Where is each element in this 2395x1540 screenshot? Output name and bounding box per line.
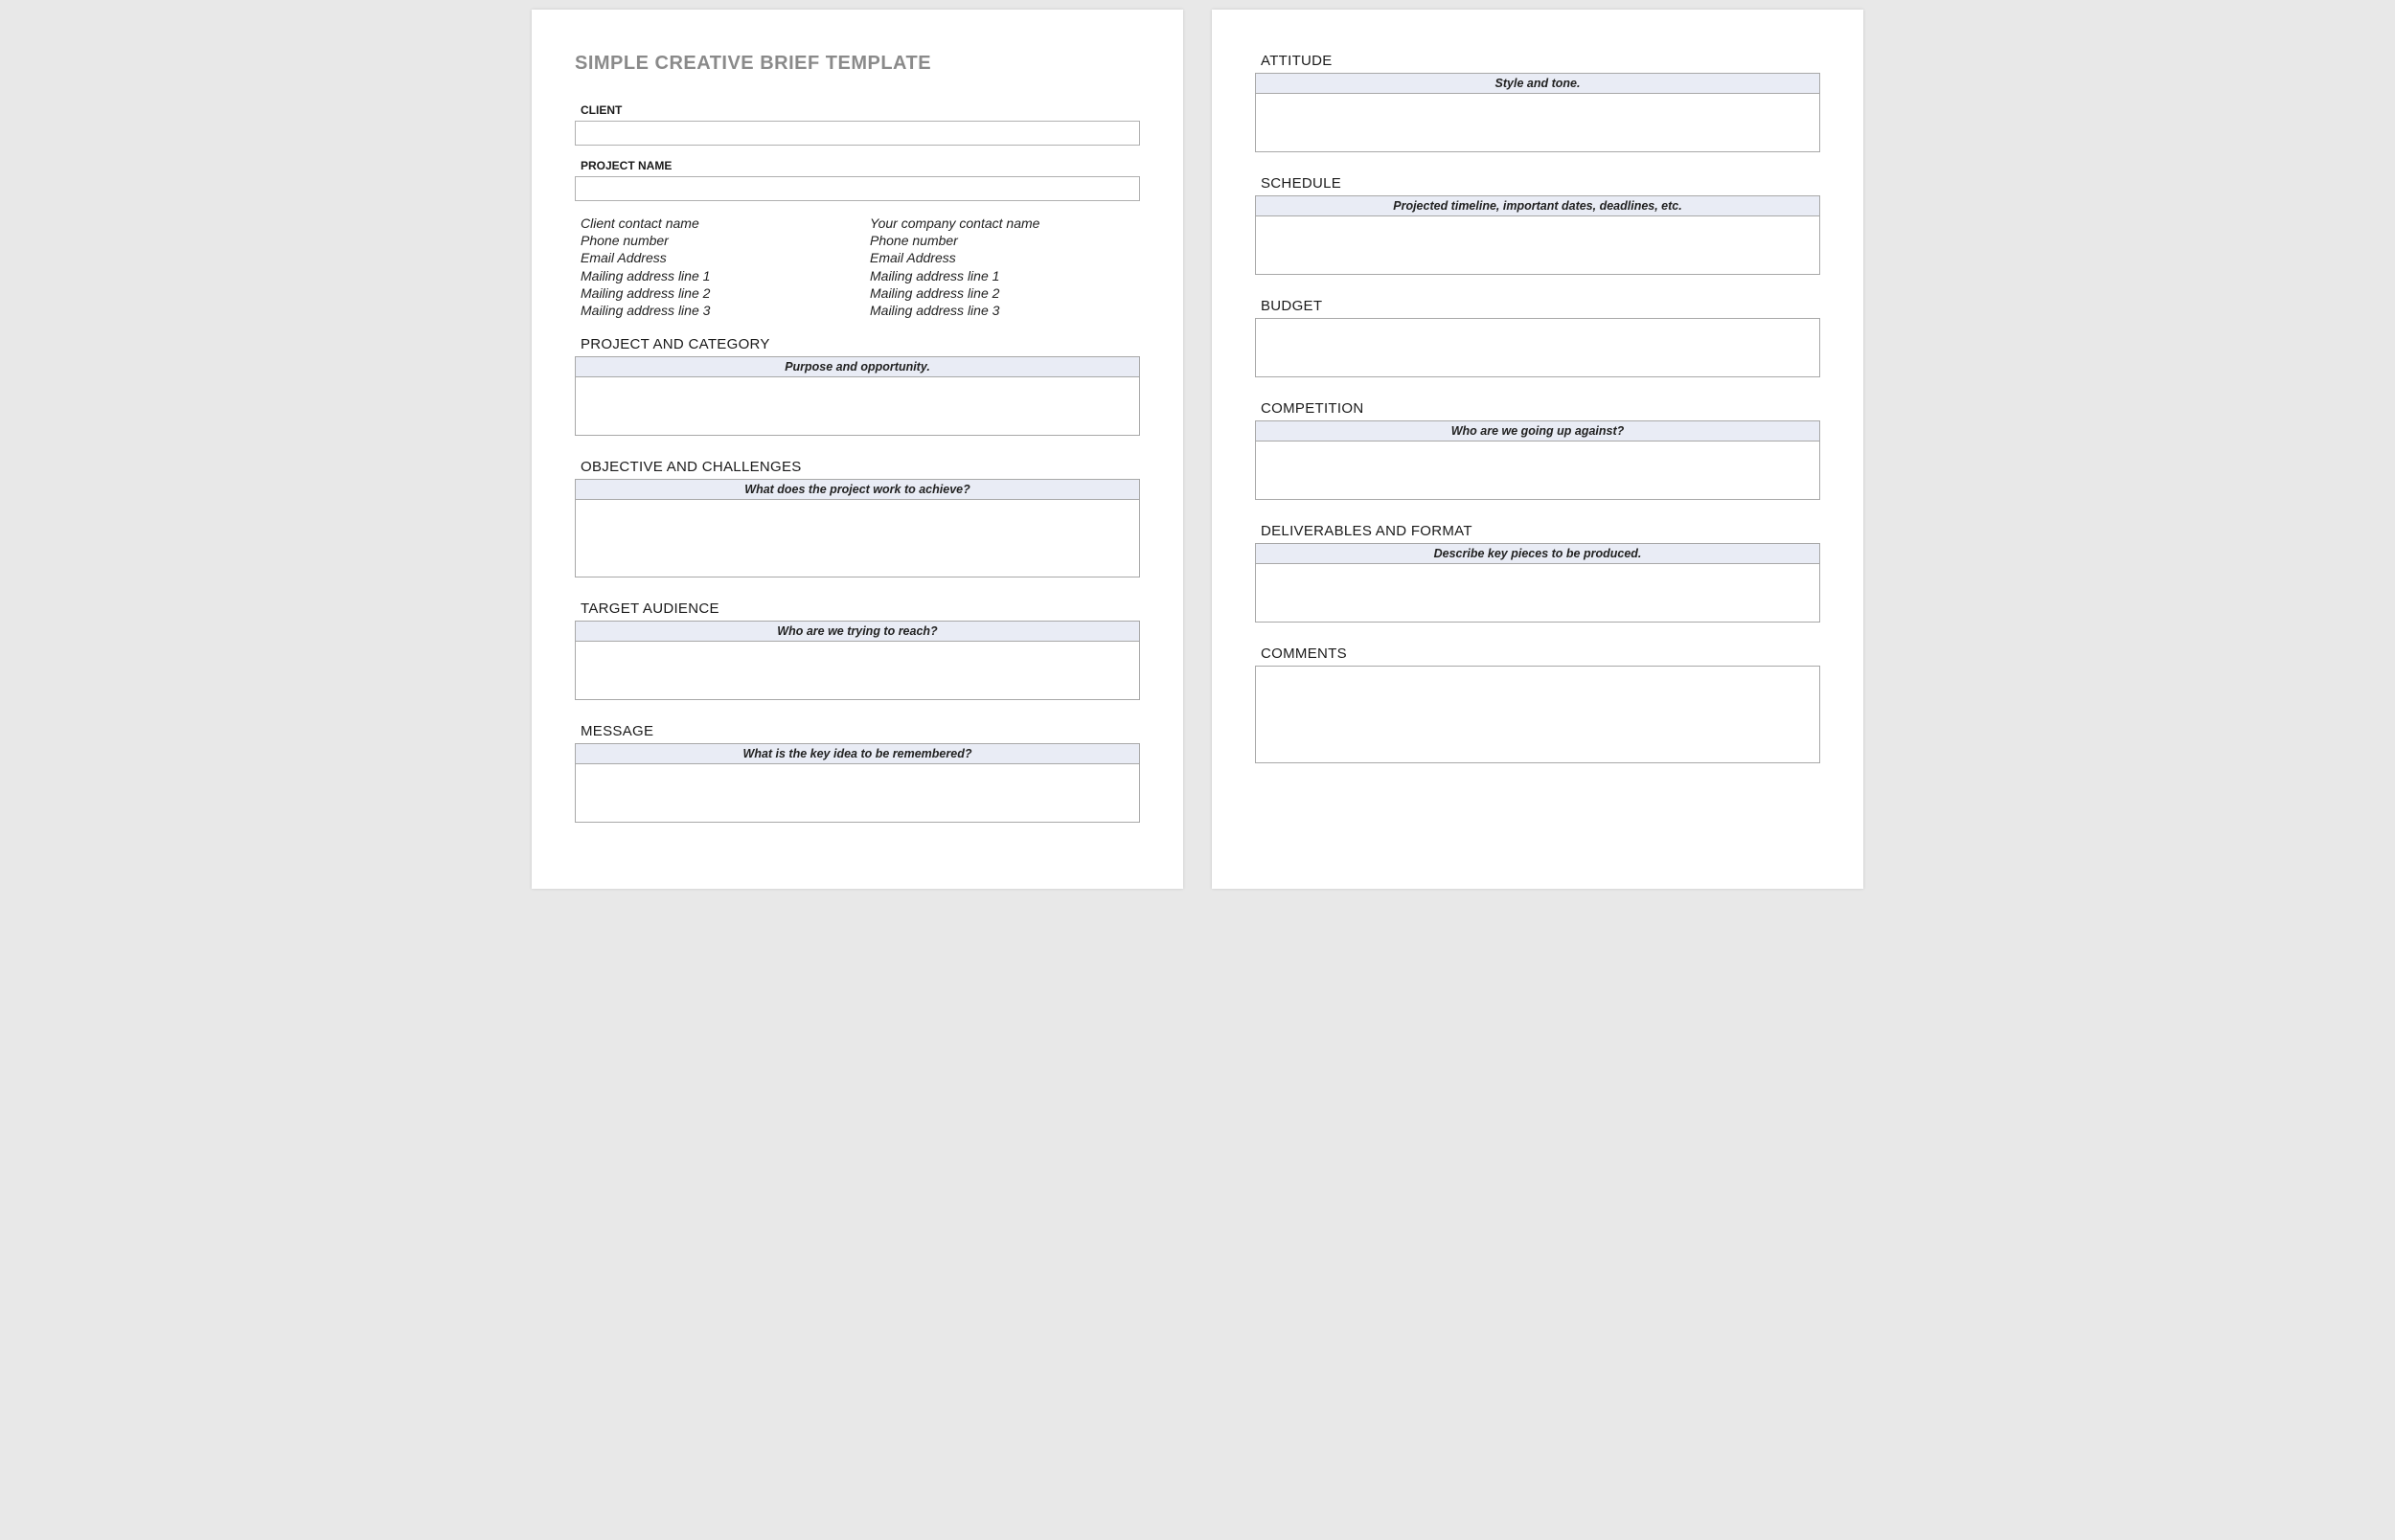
client-address-1: Mailing address line 1 — [581, 267, 851, 284]
client-contact-name: Client contact name — [581, 215, 851, 232]
attitude-box: Style and tone. — [1255, 73, 1820, 152]
competition-title: COMPETITION — [1261, 400, 1820, 417]
client-address-3: Mailing address line 3 — [581, 302, 851, 319]
attitude-title: ATTITUDE — [1261, 53, 1820, 69]
project-category-input[interactable] — [576, 377, 1139, 435]
budget-title: BUDGET — [1261, 298, 1820, 314]
deliverables-hint: Describe key pieces to be produced. — [1256, 544, 1819, 564]
schedule-hint: Projected timeline, important dates, dea… — [1256, 196, 1819, 216]
company-contact-column: Your company contact name Phone number E… — [870, 215, 1140, 319]
audience-input[interactable] — [576, 642, 1139, 699]
audience-title: TARGET AUDIENCE — [581, 600, 1140, 617]
project-category-title: PROJECT AND CATEGORY — [581, 336, 1140, 352]
objective-input[interactable] — [576, 500, 1139, 577]
client-phone: Phone number — [581, 232, 851, 249]
schedule-input[interactable] — [1256, 216, 1819, 274]
schedule-title: SCHEDULE — [1261, 175, 1820, 192]
project-name-label: PROJECT NAME — [581, 159, 1140, 172]
attitude-input[interactable] — [1256, 94, 1819, 151]
company-address-1: Mailing address line 1 — [870, 267, 1140, 284]
client-field-block: CLIENT — [575, 103, 1140, 146]
audience-box: Who are we trying to reach? — [575, 621, 1140, 700]
contacts-row: Client contact name Phone number Email A… — [581, 215, 1140, 319]
page-1: SIMPLE CREATIVE BRIEF TEMPLATE CLIENT PR… — [532, 10, 1183, 889]
deliverables-title: DELIVERABLES AND FORMAT — [1261, 523, 1820, 539]
message-input[interactable] — [576, 764, 1139, 822]
company-phone: Phone number — [870, 232, 1140, 249]
client-input[interactable] — [575, 121, 1140, 146]
message-title: MESSAGE — [581, 723, 1140, 739]
objective-hint: What does the project work to achieve? — [576, 480, 1139, 500]
company-address-2: Mailing address line 2 — [870, 284, 1140, 302]
page-2: ATTITUDE Style and tone. SCHEDULE Projec… — [1212, 10, 1863, 889]
attitude-hint: Style and tone. — [1256, 74, 1819, 94]
company-email: Email Address — [870, 249, 1140, 266]
budget-input[interactable] — [1256, 319, 1819, 376]
project-name-field-block: PROJECT NAME — [575, 159, 1140, 201]
client-email: Email Address — [581, 249, 851, 266]
message-hint: What is the key idea to be remembered? — [576, 744, 1139, 764]
comments-box — [1255, 666, 1820, 763]
objective-title: OBJECTIVE AND CHALLENGES — [581, 459, 1140, 475]
company-address-3: Mailing address line 3 — [870, 302, 1140, 319]
deliverables-input[interactable] — [1256, 564, 1819, 622]
budget-box — [1255, 318, 1820, 377]
company-contact-name: Your company contact name — [870, 215, 1140, 232]
comments-title: COMMENTS — [1261, 645, 1820, 662]
competition-input[interactable] — [1256, 442, 1819, 499]
project-category-hint: Purpose and opportunity. — [576, 357, 1139, 377]
client-contact-column: Client contact name Phone number Email A… — [581, 215, 851, 319]
client-address-2: Mailing address line 2 — [581, 284, 851, 302]
schedule-box: Projected timeline, important dates, dea… — [1255, 195, 1820, 275]
objective-box: What does the project work to achieve? — [575, 479, 1140, 578]
client-label: CLIENT — [581, 103, 1140, 117]
audience-hint: Who are we trying to reach? — [576, 622, 1139, 642]
competition-hint: Who are we going up against? — [1256, 421, 1819, 442]
message-box: What is the key idea to be remembered? — [575, 743, 1140, 823]
comments-input[interactable] — [1256, 667, 1819, 762]
project-category-box: Purpose and opportunity. — [575, 356, 1140, 436]
document-title: SIMPLE CREATIVE BRIEF TEMPLATE — [575, 53, 1140, 75]
deliverables-box: Describe key pieces to be produced. — [1255, 543, 1820, 623]
competition-box: Who are we going up against? — [1255, 420, 1820, 500]
project-name-input[interactable] — [575, 176, 1140, 201]
